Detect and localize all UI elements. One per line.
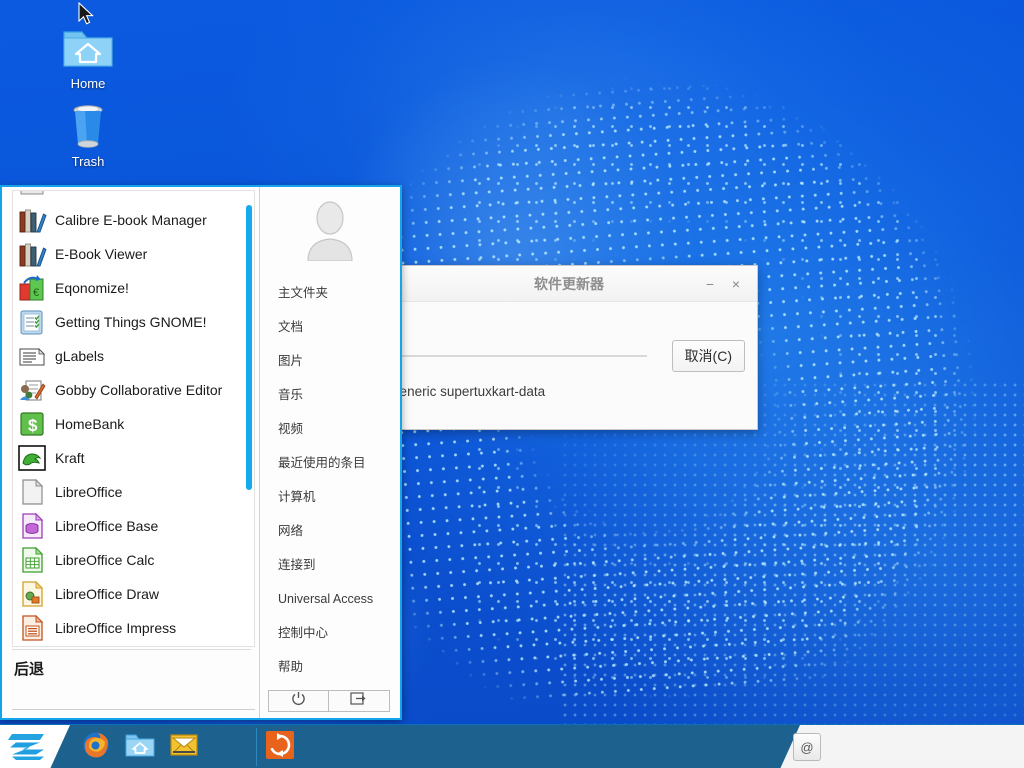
menu-app-panel: Calibre E-book Manager E-Book Viewer [2,187,260,718]
trash-icon [45,100,131,152]
logout-icon [350,691,368,711]
place-item-documents[interactable]: 文档 [260,310,400,344]
cancel-button[interactable]: 取消(C) [672,340,745,372]
application-menu[interactable]: Calibre E-book Manager E-Book Viewer [0,185,402,720]
menu-bottom-frame [12,709,255,710]
dollar-icon: $ [17,410,47,438]
gobby-icon [17,376,47,404]
list-item[interactable]: LibreOffice Impress [13,611,254,645]
desktop-screen: Home Trash 软件更新器 − × 取消(C) ge-3 [0,0,1024,768]
app-label: LibreOffice Calc [55,553,154,567]
list-item[interactable]: Calibre E-book Manager [13,203,254,237]
list-item[interactable]: LibreOffice Calc [13,543,254,577]
app-label: Calibre E-book Manager [55,213,207,227]
desktop-icon-label: Trash [69,154,108,169]
draw-icon [17,580,47,608]
app-label: Getting Things GNOME! [55,315,206,329]
zorin-logo-icon [6,729,50,766]
list-item[interactable]: LibreOffice [13,475,254,509]
list-item[interactable]: E-Book Viewer [13,237,254,271]
list-item[interactable]: Gobby Collaborative Editor [13,373,254,407]
svg-text:€: € [33,287,39,299]
place-item-home[interactable]: 主文件夹 [260,276,400,310]
place-item-help[interactable]: 帮助 [260,650,400,684]
place-item-pictures[interactable]: 图片 [260,344,400,378]
books-icon [17,206,47,234]
place-item-network[interactable]: 网络 [260,514,400,548]
mouse-cursor-icon [78,2,96,33]
task-software-updater[interactable] [258,725,302,768]
place-item-computer[interactable]: 计算机 [260,480,400,514]
place-item-connect-to[interactable]: 连接到 [260,548,400,582]
list-item[interactable]: € Eqonomize! [13,271,254,305]
app-label: LibreOffice [55,485,122,499]
software-updater-icon [265,730,295,765]
firefox-launcher[interactable] [74,725,118,768]
at-tray-icon[interactable]: @ [793,733,821,761]
taskbar-launchers [74,725,206,768]
menu-places-panel: 主文件夹 文档 图片 音乐 视频 最近使用的条目 计算机 网络 连接到 Univ… [260,187,400,718]
app-label: HomeBank [55,417,124,431]
session-buttons [268,690,390,712]
app-label: LibreOffice Base [55,519,158,533]
application-list[interactable]: Calibre E-book Manager E-Book Viewer [12,190,255,647]
desktop-icon-trash[interactable]: Trash [45,100,131,169]
back-button[interactable]: 后退 [2,650,259,679]
app-label: LibreOffice Impress [55,621,176,635]
app-label: gLabels [55,349,104,363]
application-list-scrollbar[interactable] [246,205,252,490]
place-item-universal-access[interactable]: Universal Access [260,582,400,616]
place-item-music[interactable]: 音乐 [260,378,400,412]
taskbar-window-list [258,725,302,768]
list-item[interactable] [13,191,254,203]
close-icon[interactable]: × [723,271,749,297]
app-label: Eqonomize! [55,281,129,295]
place-item-recent[interactable]: 最近使用的条目 [260,446,400,480]
list-item[interactable]: Getting Things GNOME! [13,305,254,339]
list-item[interactable]: $ HomeBank [13,407,254,441]
list-item[interactable]: Kraft [13,441,254,475]
document-icon [17,478,47,506]
desktop-icon-label: Home [68,76,109,91]
labels-icon [17,342,47,370]
taskbar: @ [0,724,1024,768]
mail-icon [169,731,199,764]
database-icon [17,512,47,540]
minimize-icon[interactable]: − [697,271,723,297]
place-item-control-center[interactable]: 控制中心 [260,616,400,650]
app-label: LibreOffice Draw [55,587,159,601]
file-manager-launcher[interactable] [118,725,162,768]
presentation-icon [17,614,47,642]
kraft-icon [17,444,47,472]
logout-button[interactable] [329,690,390,712]
svg-text:$: $ [28,416,38,435]
power-icon [291,691,306,711]
file-manager-icon [124,731,156,764]
app-label: Kraft [55,451,85,465]
eqonomize-icon: € [17,274,47,302]
list-item[interactable]: LibreOffice Base [13,509,254,543]
ruler-icon [17,191,47,203]
list-item[interactable]: gLabels [13,339,254,373]
clipboard-icon [17,308,47,336]
app-label: Gobby Collaborative Editor [55,383,222,397]
system-tray: @ [793,725,821,768]
firefox-icon [81,730,111,765]
avatar[interactable] [260,195,400,276]
shutdown-button[interactable] [268,690,329,712]
taskbar-separator [256,728,257,766]
place-item-videos[interactable]: 视频 [260,412,400,446]
books-icon [17,240,47,268]
app-label: E-Book Viewer [55,247,147,261]
mail-launcher[interactable] [162,725,206,768]
list-item[interactable]: LibreOffice Draw [13,577,254,611]
spreadsheet-icon [17,546,47,574]
